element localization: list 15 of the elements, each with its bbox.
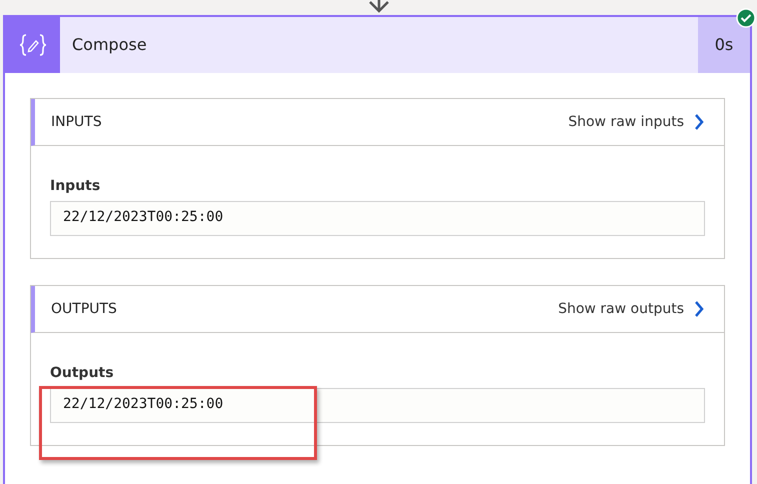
show-raw-link[interactable]: Show raw outputs: [558, 298, 704, 320]
duration-label: 0s: [698, 17, 750, 73]
field-label: Inputs: [50, 177, 102, 196]
section-heading: INPUTS: [51, 112, 103, 132]
chevron-right-icon: [694, 300, 704, 318]
value-field: 22/12/2023T00:25:00: [50, 388, 705, 423]
section-heading: OUTPUTS: [51, 300, 118, 318]
action-title: Compose: [71, 34, 148, 56]
down-arrow-icon: [368, 0, 390, 13]
braces-pencil-icon: [18, 33, 46, 57]
chevron-right-icon: [694, 113, 704, 131]
show-raw-link[interactable]: Show raw inputs: [568, 112, 704, 132]
field-label: Outputs: [50, 364, 115, 383]
card-header[interactable]: Compose 0s: [5, 17, 750, 73]
value-field: 22/12/2023T00:25:00: [50, 201, 705, 236]
